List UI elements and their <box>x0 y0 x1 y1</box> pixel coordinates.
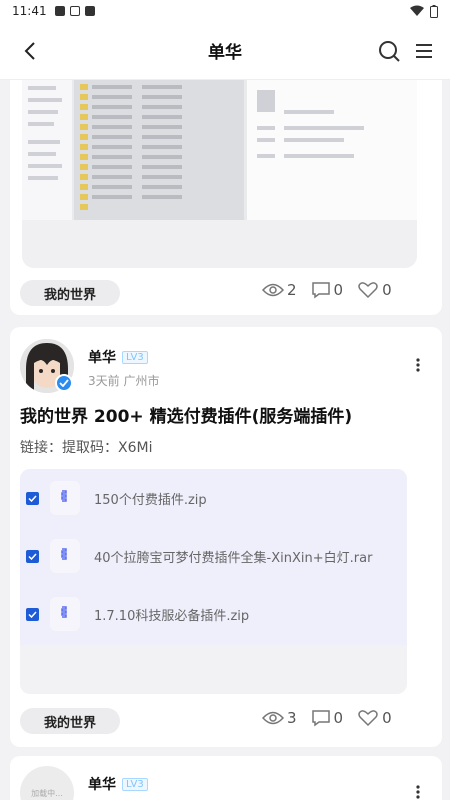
views-count-value: 2 <box>287 281 297 299</box>
topic-tag[interactable]: 我的世界 <box>20 280 121 306</box>
archive-file-icon <box>50 481 80 515</box>
views-count: 3 <box>262 709 297 727</box>
more-options-button[interactable] <box>416 784 420 800</box>
list-item[interactable]: 40个拉胯宝可梦付费插件全集-XinXin+白灯.rar <box>20 527 407 585</box>
likes-count[interactable]: 0 <box>357 709 392 727</box>
notification-icons <box>54 6 95 16</box>
post-image[interactable] <box>22 80 417 268</box>
file-checkbox[interactable] <box>26 607 39 621</box>
author-name[interactable]: 单华 <box>88 347 116 367</box>
author-name-row: 单华 LV3 <box>88 347 148 367</box>
comments-count[interactable]: 0 <box>311 709 344 727</box>
comment-icon <box>311 282 330 299</box>
back-button[interactable] <box>0 22 60 80</box>
archive-file-icon <box>50 597 80 631</box>
file-list: 150个付费插件.zip 40个拉胯宝可梦付费插件全集-XinXin+白灯.ra… <box>20 469 407 645</box>
app-bar: 单华 <box>0 22 450 80</box>
status-time: 11:41 <box>12 4 47 18</box>
app-notification-icon <box>54 6 65 16</box>
post-card[interactable]: 我的世界 2 0 0 <box>10 80 442 315</box>
likes-count[interactable]: 0 <box>357 281 392 299</box>
post-stats: 3 0 0 <box>262 709 392 727</box>
status-bar: 11:41 <box>0 0 450 22</box>
author-name-row: 单华 LV3 <box>88 774 148 794</box>
file-checkbox[interactable] <box>26 491 39 505</box>
app-notification-icon <box>69 6 80 16</box>
more-vertical-icon <box>416 785 420 799</box>
list-item[interactable]: 1.7.10科技服必备插件.zip <box>20 585 407 643</box>
likes-count-value: 0 <box>382 281 392 299</box>
level-badge: LV3 <box>122 350 148 364</box>
app-notification-icon <box>84 6 95 16</box>
likes-count-value: 0 <box>382 709 392 727</box>
avatar[interactable]: 加载中... <box>20 766 74 800</box>
post-card[interactable]: 单华 LV3 3天前 广州市 我的世界 200+ 精选付费插件(服务端插件) 链… <box>10 327 442 747</box>
eye-icon <box>262 711 284 725</box>
heart-icon <box>358 282 378 299</box>
comments-count-value: 0 <box>333 281 344 299</box>
more-options-button[interactable] <box>416 357 420 376</box>
image-footer-area <box>22 220 417 268</box>
archive-file-icon <box>50 539 80 573</box>
avatar-loading-text: 加载中... <box>31 788 63 798</box>
post-title[interactable]: 我的世界 200+ 精选付费插件(服务端插件) <box>20 402 352 427</box>
chevron-left-icon <box>24 41 35 60</box>
views-count-value: 3 <box>287 709 297 727</box>
menu-icon[interactable] <box>414 42 434 60</box>
level-badge: LV3 <box>122 777 148 791</box>
topic-tag[interactable]: 我的世界 <box>20 708 121 734</box>
comment-icon <box>311 710 330 727</box>
file-checkbox[interactable] <box>26 549 39 563</box>
list-item[interactable]: 150个付费插件.zip <box>20 469 407 527</box>
heart-icon <box>358 710 378 727</box>
more-vertical-icon <box>416 358 420 372</box>
views-count: 2 <box>262 281 297 299</box>
battery-icon <box>430 4 438 18</box>
comments-count-value: 0 <box>333 709 344 727</box>
file-explorer-screenshot <box>22 80 417 220</box>
comments-count[interactable]: 0 <box>311 281 344 299</box>
post-link-text: 链接：提取码：X6Mi <box>20 440 153 456</box>
author-name[interactable]: 单华 <box>88 774 116 794</box>
search-icon[interactable] <box>378 40 400 62</box>
eye-icon <box>262 283 284 297</box>
post-card[interactable]: 加载中... 单华 LV3 <box>10 756 442 800</box>
attachments-panel: 150个付费插件.zip 40个拉胯宝可梦付费插件全集-XinXin+白灯.ra… <box>20 469 407 694</box>
file-name: 150个付费插件.zip <box>94 492 207 508</box>
wifi-icon <box>410 5 424 16</box>
post-stats: 2 0 0 <box>262 281 392 299</box>
verified-badge-icon <box>55 374 73 392</box>
file-name: 40个拉胯宝可梦付费插件全集-XinXin+白灯.rar <box>94 550 373 566</box>
post-meta: 3天前 广州市 <box>88 374 160 388</box>
file-name: 1.7.10科技服必备插件.zip <box>94 608 250 624</box>
screenshot-thumbnail <box>22 80 417 220</box>
